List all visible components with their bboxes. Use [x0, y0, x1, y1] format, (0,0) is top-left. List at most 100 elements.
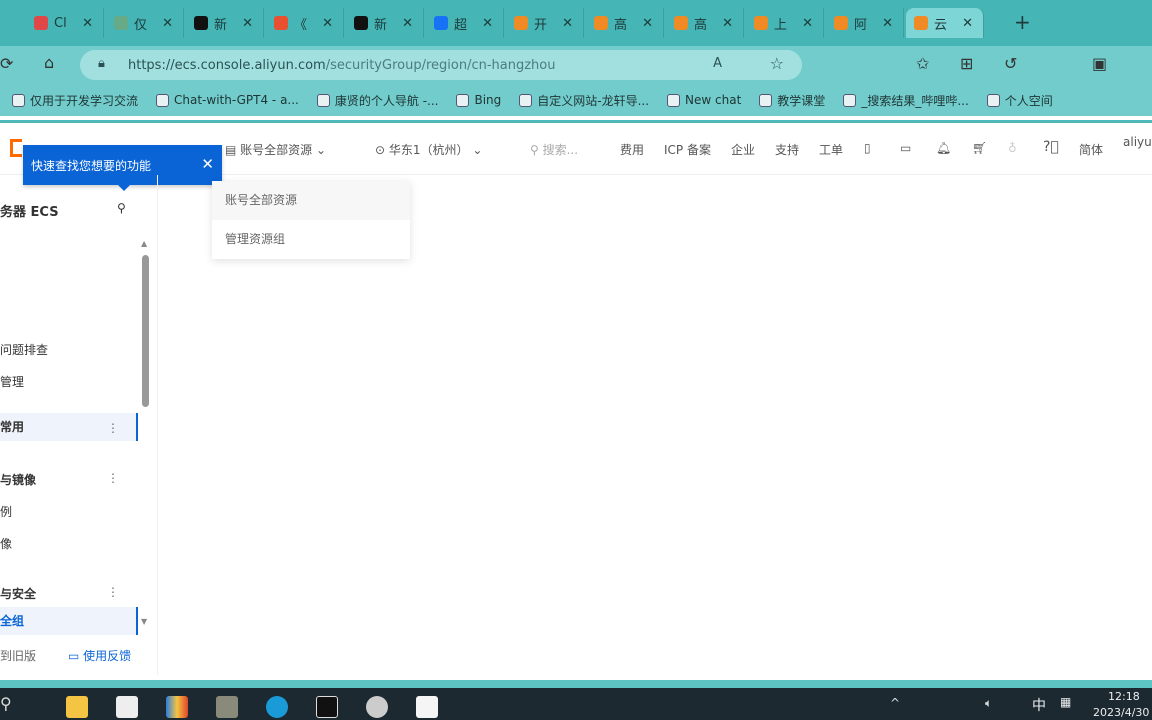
- old-version-link[interactable]: 到旧版: [0, 647, 36, 664]
- collections-icon[interactable]: ⊞: [960, 54, 973, 73]
- sidebar-item[interactable]: 管理: [0, 373, 24, 390]
- scroll-down-arrow[interactable]: ▼: [141, 617, 147, 626]
- lightbulb-icon[interactable]: ♁: [1008, 141, 1017, 155]
- bell-icon[interactable]: 🔔︎: [936, 141, 951, 155]
- refresh-icon[interactable]: ⟳: [0, 54, 13, 73]
- nav-support[interactable]: 支持: [775, 141, 799, 158]
- chatgpt-icon[interactable]: [316, 696, 338, 718]
- tab-title: 仅: [134, 17, 148, 33]
- browser-tab[interactable]: 云 ✕: [906, 8, 984, 38]
- scrollbar-thumb[interactable]: [142, 255, 149, 407]
- bookmark-item[interactable]: Chat-with-GPT4 - a...: [156, 93, 299, 107]
- read-aloud-icon[interactable]: A: [713, 56, 722, 71]
- more-icon[interactable]: ⋮: [107, 585, 119, 599]
- browser-tab[interactable]: 开 ✕: [506, 8, 584, 38]
- tab-title: 阿: [854, 17, 868, 33]
- nav-ticket[interactable]: 工单: [819, 141, 843, 158]
- history-icon[interactable]: ↺: [1004, 54, 1017, 73]
- edge-dev-icon[interactable]: [266, 696, 288, 718]
- browser-tab[interactable]: 新 ✕: [346, 8, 424, 38]
- sidebar-item-security-group[interactable]: 全组: [0, 607, 138, 635]
- sidebar-item[interactable]: 例: [0, 503, 12, 520]
- browser-tab[interactable]: 《 ✕: [266, 8, 344, 38]
- more-icon[interactable]: ⋮: [107, 421, 119, 435]
- search-icon[interactable]: ⚲: [117, 201, 126, 215]
- cart-icon[interactable]: 🛒︎: [972, 141, 987, 155]
- clock-time[interactable]: 12:18: [1108, 690, 1140, 703]
- close-tab-icon[interactable]: ✕: [722, 16, 733, 31]
- close-tab-icon[interactable]: ✕: [882, 16, 893, 31]
- clock-date[interactable]: 2023/4/30: [1093, 706, 1149, 719]
- bookmark-label: 自定义网站-龙轩导...: [537, 93, 650, 108]
- volume-icon[interactable]: 🔈︎: [985, 696, 992, 711]
- app-icon[interactable]: ▯: [864, 141, 871, 155]
- bookmark-item[interactable]: 康贤的个人导航 -...: [316, 92, 438, 109]
- favorite-star-icon[interactable]: ☆: [770, 54, 784, 73]
- tray-overflow-icon[interactable]: ^: [890, 696, 900, 710]
- browser-tab[interactable]: 新 ✕: [186, 8, 264, 38]
- new-tab-button[interactable]: +: [1014, 10, 1031, 34]
- language-switch[interactable]: 简体: [1079, 141, 1103, 158]
- browser-tab[interactable]: 阿 ✕: [826, 8, 904, 38]
- dropdown-item-all-resources[interactable]: 账号全部资源: [212, 181, 410, 220]
- nav-fees[interactable]: 费用: [620, 141, 644, 158]
- close-tab-icon[interactable]: ✕: [802, 16, 813, 31]
- keyboard-icon[interactable]: ▦: [1060, 695, 1071, 709]
- close-icon[interactable]: ✕: [201, 155, 214, 173]
- browser-tab[interactable]: 上 ✕: [746, 8, 824, 38]
- office-icon[interactable]: [416, 696, 438, 718]
- browser-tab[interactable]: 超 ✕: [426, 8, 504, 38]
- more-icon[interactable]: ⋮: [107, 471, 119, 485]
- avatar-app-icon[interactable]: [366, 696, 388, 718]
- address-bar[interactable]: 🔒︎ https://ecs.console.aliyun.com/securi…: [80, 50, 802, 80]
- close-tab-icon[interactable]: ✕: [162, 16, 173, 31]
- close-tab-icon[interactable]: ✕: [962, 16, 973, 31]
- region-selector[interactable]: ⊙ 华东1（杭州） ⌄: [375, 141, 482, 158]
- store-icon[interactable]: [116, 696, 138, 718]
- browser-tab[interactable]: 仅 ✕: [106, 8, 184, 38]
- downloads-icon[interactable]: ▣: [1092, 54, 1107, 73]
- nav-icp[interactable]: ICP 备案: [664, 141, 711, 158]
- sidebar-group-security[interactable]: 与安全: [0, 585, 36, 602]
- help-icon[interactable]: ?⃝: [1043, 139, 1059, 155]
- aliyun-logo[interactable]: [10, 139, 22, 157]
- search-icon[interactable]: ⚲: [0, 694, 12, 713]
- bookmark-item[interactable]: 个人空间: [986, 92, 1053, 109]
- home-icon[interactable]: ⌂: [44, 53, 54, 72]
- sidebar-item[interactable]: 问题排查: [0, 341, 48, 358]
- bookmark-label: _搜索结果_哔哩哔...: [861, 93, 969, 108]
- browser-tab[interactable]: 高 ✕: [666, 8, 744, 38]
- account-name[interactable]: aliyun: [1123, 135, 1152, 149]
- close-tab-icon[interactable]: ✕: [482, 16, 493, 31]
- browser-tab[interactable]: Cl ✕: [26, 8, 104, 38]
- search-input[interactable]: ⚲ 搜索...: [530, 141, 578, 158]
- close-tab-icon[interactable]: ✕: [82, 16, 93, 31]
- bookmark-item[interactable]: 仅用于开发学习交流: [12, 92, 138, 109]
- bookmark-item[interactable]: _搜索结果_哔哩哔...: [843, 92, 969, 109]
- photo-app-icon[interactable]: [216, 696, 238, 718]
- close-tab-icon[interactable]: ✕: [322, 16, 333, 31]
- favorites-icon[interactable]: ✩: [916, 54, 929, 73]
- bookmark-item[interactable]: 教学课堂: [759, 92, 825, 109]
- url-path: /securityGroup/region/cn-hangzhou: [325, 57, 556, 73]
- app-icon[interactable]: [166, 696, 188, 718]
- nav-enterprise[interactable]: 企业: [731, 141, 755, 158]
- dropdown-item-manage-groups[interactable]: 管理资源组: [212, 220, 410, 259]
- sidebar-group-images[interactable]: 与镜像: [0, 471, 36, 488]
- bookmark-item[interactable]: 自定义网站-龙轩导...: [519, 92, 649, 109]
- close-tab-icon[interactable]: ✕: [242, 16, 253, 31]
- feedback-link[interactable]: ▭ 使用反馈: [68, 647, 131, 664]
- sidebar-item[interactable]: 像: [0, 535, 12, 552]
- feedback-label: 使用反馈: [83, 649, 132, 663]
- close-tab-icon[interactable]: ✕: [642, 16, 653, 31]
- close-tab-icon[interactable]: ✕: [562, 16, 573, 31]
- bookmark-item[interactable]: Bing: [456, 93, 501, 107]
- close-tab-icon[interactable]: ✕: [402, 16, 413, 31]
- file-explorer-icon[interactable]: [66, 696, 88, 718]
- browser-tab[interactable]: 高 ✕: [586, 8, 664, 38]
- scroll-up-arrow[interactable]: ▲: [141, 239, 147, 248]
- resource-selector[interactable]: ▤ 账号全部资源 ⌄: [225, 141, 326, 158]
- ime-indicator[interactable]: 中: [1032, 695, 1046, 715]
- terminal-icon[interactable]: ▭: [900, 141, 911, 155]
- bookmark-item[interactable]: New chat: [667, 93, 741, 107]
